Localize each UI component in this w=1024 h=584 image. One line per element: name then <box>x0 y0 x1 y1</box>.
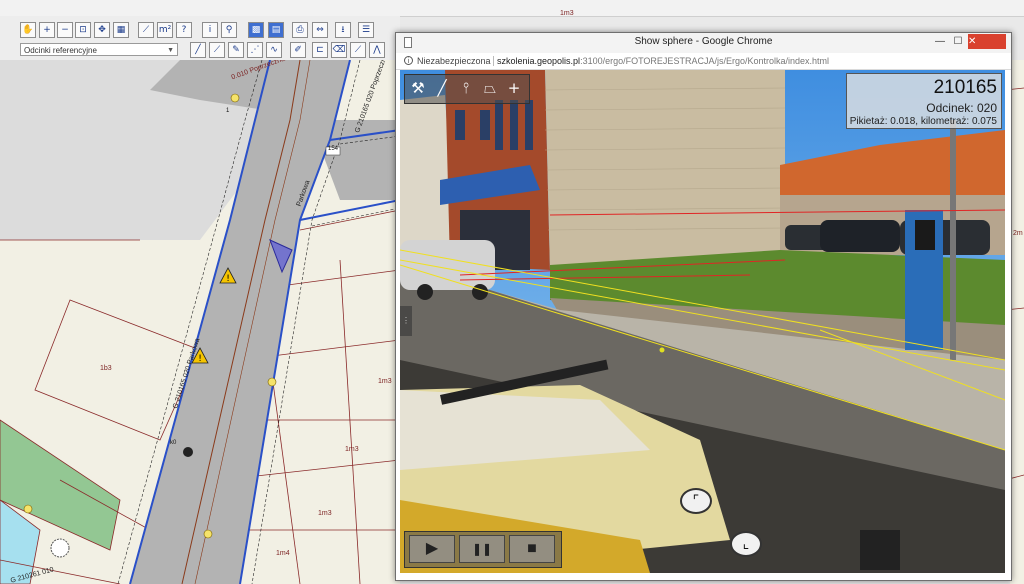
svg-text:!: ! <box>226 274 230 284</box>
chainage-label: Pikietaż: 0.018, kilometraż: 0.075 <box>849 116 997 127</box>
security-label: Niezabezpieczona <box>417 56 491 66</box>
window-title: Show sphere - Google Chrome <box>634 36 773 47</box>
road-number: 210165 <box>933 77 997 98</box>
map-canvas: ! ! <box>0 60 400 584</box>
svg-text:!: ! <box>198 354 202 364</box>
pause-button[interactable]: ❚❚ <box>459 535 505 563</box>
overview-icon[interactable]: ▦ <box>113 22 129 38</box>
viewer-toolbar: ⚒ ╱ ⫯ ⏢ + <box>404 74 530 104</box>
options-icon[interactable]: ☰ <box>358 22 374 38</box>
url-text: szkolenia.geopolis.pl:3100/ergo/FOTOREJE… <box>497 53 829 69</box>
parcel-label: 1m3 <box>318 510 332 517</box>
close-button[interactable]: ✕ <box>968 34 1006 49</box>
cross-tool-icon[interactable]: + <box>503 77 525 99</box>
hand-icon[interactable]: ✋ <box>20 22 36 38</box>
query-icon[interactable]: ? <box>176 22 192 38</box>
scale-icon[interactable]: ⇔ <box>312 22 328 38</box>
export-icon[interactable]: ⭳ <box>335 22 351 38</box>
play-button[interactable]: ▶ <box>409 535 455 563</box>
parcel-label: 1b3 <box>100 365 112 372</box>
turn-left-arrow-icon[interactable]: ⌜ <box>680 488 712 514</box>
select-icon[interactable]: ⊏ <box>312 42 328 58</box>
line-tool-icon[interactable]: ╱ <box>431 77 453 99</box>
zoom-in-icon[interactable]: + <box>39 22 55 38</box>
pin-icon[interactable]: ⚲ <box>221 22 237 38</box>
layer-select-value: Odcinki referencyjne <box>24 46 97 55</box>
print-icon[interactable]: ⎙ <box>292 22 308 38</box>
draw-line-icon[interactable]: ╱ <box>190 42 206 58</box>
address-bar[interactable]: i Niezabezpieczona szkolenia.geopolis.pl… <box>396 53 1011 70</box>
measure-tool-icon[interactable]: ⚒ <box>407 77 429 99</box>
stop-button[interactable]: ■ <box>509 535 555 563</box>
top-window-strip <box>0 0 1024 17</box>
parcel-label: 2m <box>1013 230 1023 237</box>
zoom-out-icon[interactable]: − <box>57 22 73 38</box>
pan-icon[interactable]: ✥ <box>94 22 110 38</box>
divider <box>493 56 494 66</box>
sphere-photo-viewport[interactable]: ⚒ ╱ ⫯ ⏢ + 210165 Odcinek: 020 Pikietaż: … <box>400 70 1005 573</box>
gis-map[interactable]: ! ! 0.010 Poprzeczna G 210165 020 Poprze… <box>0 60 400 584</box>
merge-icon[interactable]: ⋀ <box>369 42 385 58</box>
parcel-label: 1m3 <box>560 10 574 17</box>
pen-icon[interactable]: ✐ <box>290 42 306 58</box>
marker-label: k0 <box>170 440 177 446</box>
info-icon[interactable]: i <box>202 22 218 38</box>
vertex-icon[interactable]: ⋰ <box>247 42 263 58</box>
url-host: szkolenia.geopolis.pl <box>497 56 581 66</box>
info-icon[interactable]: i <box>404 56 413 65</box>
draw-polyline-icon[interactable]: ⟋ <box>209 42 225 58</box>
bezier-icon[interactable]: ∿ <box>266 42 282 58</box>
maximize-button[interactable]: ☐ <box>950 35 966 49</box>
measure-length-icon[interactable]: ⟋ <box>138 22 154 38</box>
erase-icon[interactable]: ⌫ <box>331 42 347 58</box>
grid-icon[interactable]: ▩ <box>248 22 264 38</box>
url-path: :3100/ergo/FOTOREJESTRACJA/js/Ergo/Kontr… <box>580 56 829 66</box>
position-info-box: 210165 Odcinek: 020 Pikietaż: 0.018, kil… <box>846 73 1002 129</box>
marker-label: 154 <box>328 146 339 152</box>
split-icon[interactable]: ⟋ <box>350 42 366 58</box>
parcel-label: 1m3 <box>345 446 359 453</box>
height-tool-icon[interactable]: ⫯ <box>455 77 477 99</box>
parcel-label: 1m4 <box>276 550 290 557</box>
marker-label: 1 <box>226 108 230 114</box>
turn-back-arrow-icon[interactable]: ⌞ <box>730 531 762 557</box>
segment-label: Odcinek: 020 <box>926 101 997 115</box>
area-tool-icon[interactable]: ⏢ <box>479 77 501 99</box>
measure-area-icon[interactable]: m² <box>157 22 173 38</box>
layers-icon[interactable]: ▤ <box>268 22 284 38</box>
sphere-popup-window[interactable]: Show sphere - Google Chrome — ☐ ✕ i Niez… <box>395 32 1012 581</box>
side-panel-handle[interactable]: ⋮ <box>400 306 412 336</box>
minimize-button[interactable]: — <box>932 35 948 49</box>
zoom-window-icon[interactable]: ⊡ <box>75 22 91 38</box>
layer-select[interactable]: Odcinki referencyjne ▼ <box>20 43 178 56</box>
window-titlebar[interactable]: Show sphere - Google Chrome — ☐ ✕ <box>396 33 1011 53</box>
parcel-label: 1m3 <box>378 378 392 385</box>
edit-icon[interactable]: ✎ <box>228 42 244 58</box>
playback-controls: ▶ ❚❚ ■ <box>404 531 562 568</box>
chevron-down-icon: ▼ <box>167 47 174 54</box>
